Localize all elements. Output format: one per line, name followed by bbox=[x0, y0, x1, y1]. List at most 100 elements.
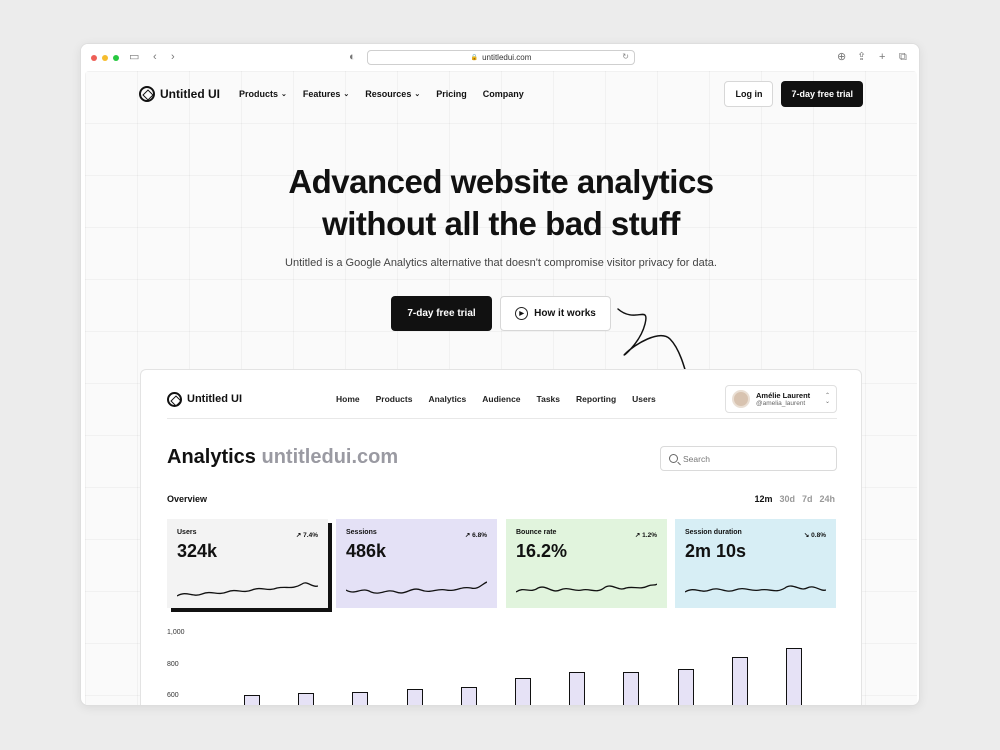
range-30d[interactable]: 30d bbox=[779, 494, 795, 504]
sidebar-icon[interactable]: ▭ bbox=[129, 50, 139, 64]
stat-card-change-value: 0.8% bbox=[811, 532, 826, 539]
page-title-domain: untitledui.com bbox=[261, 446, 399, 468]
tabs-overview-icon[interactable]: ⧉ bbox=[899, 50, 907, 64]
dashboard-nav-users[interactable]: Users bbox=[632, 394, 656, 404]
user-handle: @amelia_laurent bbox=[756, 400, 806, 407]
dashboard-nav-analytics[interactable]: Analytics bbox=[428, 394, 466, 404]
hero-trial-button[interactable]: 7-day free trial bbox=[391, 296, 492, 331]
search-placeholder: Search bbox=[683, 453, 710, 464]
dashboard-divider bbox=[167, 418, 837, 419]
nav-item-label: Resources bbox=[365, 89, 412, 99]
chart-bar[interactable] bbox=[352, 692, 369, 705]
dashboard-logo[interactable]: Untitled UI bbox=[167, 391, 242, 407]
back-icon[interactable]: ‹ bbox=[153, 50, 157, 64]
user-info: Amélie Laurent @amelia_laurent bbox=[756, 391, 810, 407]
overview-label: Overview bbox=[167, 494, 208, 504]
stat-card-change-value: 1.2% bbox=[642, 532, 657, 539]
stat-card-value: 486k bbox=[346, 541, 387, 561]
dashboard-nav-audience[interactable]: Audience bbox=[482, 394, 520, 404]
nav-item-products[interactable]: Products ⌄ bbox=[239, 89, 287, 99]
logo-text: Untitled UI bbox=[160, 87, 220, 101]
arrow-down-right-icon: ↘ bbox=[803, 532, 810, 539]
y-tick-label: 800 bbox=[167, 660, 179, 668]
stat-card-sessions[interactable]: Sessions ↗ 6.8% 486k bbox=[336, 519, 497, 608]
arrow-up-right-icon: ↗ bbox=[634, 532, 641, 539]
chart-bar[interactable] bbox=[244, 695, 260, 705]
nav-item-features[interactable]: Features ⌄ bbox=[303, 89, 349, 99]
nav-item-company[interactable]: Company bbox=[483, 89, 524, 99]
search-input[interactable]: Search bbox=[660, 446, 837, 471]
logo-icon bbox=[167, 391, 182, 407]
y-tick-label: 1,000 bbox=[167, 629, 185, 636]
hero-title-line1: Advanced website analytics bbox=[288, 163, 714, 200]
web-page: Untitled UI Products ⌄ Features ⌄ Resource… bbox=[85, 71, 917, 705]
minimize-dot[interactable] bbox=[102, 54, 108, 61]
chart-bar[interactable] bbox=[569, 671, 586, 705]
new-tab-icon[interactable]: + bbox=[879, 50, 885, 64]
nav-item-label: Features bbox=[302, 89, 341, 99]
sparkline bbox=[346, 581, 487, 594]
chart-bar[interactable] bbox=[406, 689, 423, 705]
close-dot[interactable] bbox=[91, 54, 97, 61]
stat-card-bounce-rate[interactable]: Bounce rate ↗ 1.2% 16.2% bbox=[506, 519, 667, 608]
range-selector: 12m 30d 7d 24h bbox=[754, 494, 835, 504]
logo-icon bbox=[139, 86, 155, 102]
dashboard-nav-products[interactable]: Products bbox=[376, 394, 413, 404]
privacy-shield-icon[interactable]: ◐ bbox=[349, 50, 356, 64]
chart-bar[interactable] bbox=[623, 671, 640, 705]
share-icon[interactable]: ⇪ bbox=[857, 50, 866, 64]
stat-card-change: ↗ 6.8% bbox=[465, 531, 487, 539]
forward-icon[interactable]: › bbox=[171, 50, 175, 64]
range-12m[interactable]: 12m bbox=[754, 494, 772, 504]
stat-card-value: 324k bbox=[177, 541, 218, 561]
nav-item-label: Company bbox=[482, 89, 524, 99]
nav-item-label: Products bbox=[239, 89, 279, 99]
stat-card-value: 2m 10s bbox=[685, 541, 747, 561]
stat-card-change: ↗ 1.2% bbox=[635, 531, 657, 539]
range-24h[interactable]: 24h bbox=[819, 494, 835, 504]
sparkline bbox=[516, 583, 657, 593]
dashboard-logo-text: Untitled UI bbox=[187, 393, 242, 405]
window-controls[interactable] bbox=[91, 54, 119, 61]
chart-bar[interactable] bbox=[515, 678, 531, 705]
download-icon[interactable]: ⊕ bbox=[837, 50, 846, 64]
nav-item-resources[interactable]: Resources ⌄ bbox=[365, 89, 420, 99]
reload-icon[interactable]: ↻ bbox=[622, 52, 629, 61]
page-title: Analytics untitledui.com bbox=[167, 446, 398, 469]
maximize-dot[interactable] bbox=[113, 54, 119, 61]
range-7d[interactable]: 7d bbox=[802, 494, 813, 504]
hero-title: Advanced website analytics without all t… bbox=[85, 161, 917, 245]
dashboard-nav-reporting[interactable]: Reporting bbox=[576, 394, 616, 404]
chart-bar[interactable] bbox=[460, 686, 477, 705]
stat-card-session-duration[interactable]: Session duration ↘ 0.8% 2m 10s bbox=[675, 519, 836, 608]
dashboard-preview: Untitled UI Home Products Analytics Audi… bbox=[140, 369, 862, 705]
chart-bar[interactable] bbox=[786, 648, 802, 705]
chart-bar[interactable] bbox=[677, 669, 694, 705]
site-nav-menu: Products ⌄ Features ⌄ Resources ⌄ Pricing C… bbox=[239, 89, 524, 99]
stat-card-change-value: 6.8% bbox=[472, 532, 487, 539]
login-button[interactable]: Log in bbox=[724, 81, 774, 107]
chevron-down-icon: ⌄ bbox=[343, 91, 350, 98]
hero-ctas: 7-day free trial ▶ How it works bbox=[391, 296, 611, 331]
user-switcher[interactable]: Amélie Laurent @amelia_laurent ⌃ ⌄ bbox=[725, 385, 837, 413]
play-icon: ▶ bbox=[515, 307, 529, 320]
site-logo[interactable]: Untitled UI bbox=[139, 86, 220, 102]
address-bar[interactable]: 🔒 untitledui.com ↻ bbox=[367, 50, 635, 65]
nav-item-label: Pricing bbox=[436, 89, 467, 99]
dashboard-nav-home[interactable]: Home bbox=[336, 394, 360, 404]
hero-subtitle: Untitled is a Google Analytics alternati… bbox=[285, 257, 717, 269]
browser-toolbar: ▭ ‹ › ◐ 🔒 untitledui.com ↻ ⊕ ⇪ + ⧉ bbox=[81, 44, 919, 71]
y-tick-label: 600 bbox=[167, 692, 179, 699]
site-navbar: Untitled UI Products ⌄ Features ⌄ Resource… bbox=[139, 81, 863, 107]
search-icon bbox=[669, 454, 678, 463]
chevron-down-icon: ⌄ bbox=[281, 91, 287, 98]
how-it-works-button[interactable]: ▶ How it works bbox=[500, 296, 611, 331]
sparkline bbox=[177, 582, 318, 597]
dashboard-nav-tasks[interactable]: Tasks bbox=[537, 394, 560, 404]
nav-item-pricing[interactable]: Pricing bbox=[436, 89, 467, 99]
sparkline bbox=[685, 585, 826, 593]
chart-bar[interactable] bbox=[298, 693, 315, 705]
chart-bar[interactable] bbox=[731, 656, 748, 705]
stat-card-users[interactable]: Users ↗ 7.4% 324k bbox=[167, 519, 328, 608]
trial-button[interactable]: 7-day free trial bbox=[781, 81, 863, 107]
